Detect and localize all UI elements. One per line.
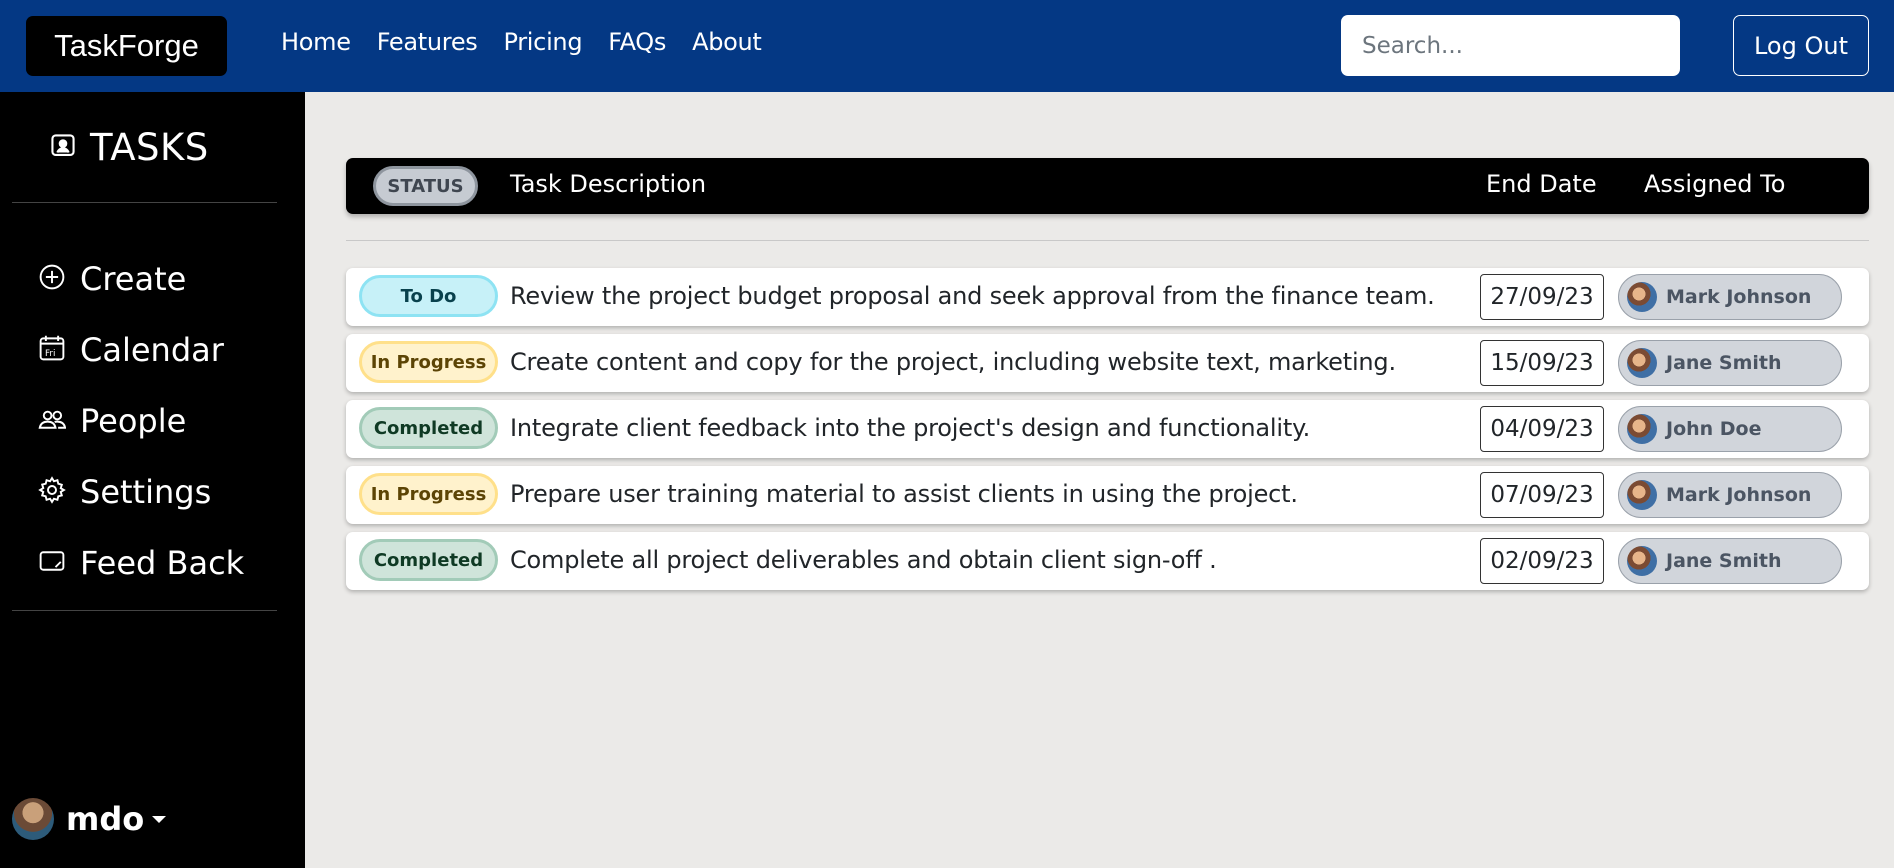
person-badge-icon <box>50 133 76 163</box>
status-badge[interactable]: Completed <box>359 539 498 581</box>
avatar <box>1627 348 1657 378</box>
task-row[interactable]: In Progress Prepare user training materi… <box>346 466 1869 524</box>
task-description: Complete all project deliverables and ob… <box>510 546 1217 574</box>
task-description: Prepare user training material to assist… <box>510 480 1298 508</box>
sidebar-title-text: TASKS <box>90 126 209 169</box>
avatar <box>1627 546 1657 576</box>
sidebar-item-label: People <box>80 401 187 440</box>
logout-button[interactable]: Log Out <box>1733 15 1869 76</box>
task-row[interactable]: To Do Review the project budget proposal… <box>346 268 1869 326</box>
gear-icon <box>38 475 66 508</box>
sidebar: TASKS Create Fri Calendar People Setting <box>0 92 305 868</box>
assignee-chip[interactable]: Jane Smith <box>1618 538 1842 584</box>
search-input[interactable] <box>1341 15 1680 76</box>
assignee-name: John Doe <box>1666 418 1762 440</box>
nav-link-home[interactable]: Home <box>281 28 351 56</box>
nav-links: Home Features Pricing FAQs About <box>281 28 762 56</box>
status-badge[interactable]: In Progress <box>359 473 498 515</box>
status-badge[interactable]: To Do <box>359 275 498 317</box>
task-row[interactable]: Completed Integrate client feedback into… <box>346 400 1869 458</box>
sidebar-item-calendar[interactable]: Fri Calendar <box>38 314 244 385</box>
assignee-name: Mark Johnson <box>1666 286 1812 308</box>
sidebar-item-settings[interactable]: Settings <box>38 456 244 527</box>
assignee-chip[interactable]: John Doe <box>1618 406 1842 452</box>
brand-logo[interactable]: TaskForge <box>26 16 227 76</box>
sidebar-title: TASKS <box>50 126 209 169</box>
task-row[interactable]: In Progress Create content and copy for … <box>346 334 1869 392</box>
status-badge[interactable]: Completed <box>359 407 498 449</box>
sidebar-divider-top <box>12 202 277 203</box>
avatar <box>1627 480 1657 510</box>
header-assigned-to: Assigned To <box>1644 170 1786 198</box>
nav-link-about[interactable]: About <box>692 28 762 56</box>
assignee-chip[interactable]: Mark Johnson <box>1618 274 1842 320</box>
svg-text:Fri: Fri <box>45 348 55 358</box>
assignee-chip[interactable]: Mark Johnson <box>1618 472 1842 518</box>
end-date-field[interactable]: 15/09/23 <box>1480 340 1604 386</box>
sidebar-item-feedback[interactable]: Feed Back <box>38 527 244 598</box>
sidebar-item-label: Settings <box>80 472 212 511</box>
assignee-name: Jane Smith <box>1666 352 1782 374</box>
nav-link-faqs[interactable]: FAQs <box>608 28 666 56</box>
user-name: mdo <box>66 800 145 838</box>
avatar <box>1627 414 1657 444</box>
caret-down-icon <box>152 815 167 823</box>
top-navbar: TaskForge Home Features Pricing FAQs Abo… <box>0 0 1894 92</box>
calendar-icon: Fri <box>38 334 66 366</box>
end-date-field[interactable]: 04/09/23 <box>1480 406 1604 452</box>
plus-circle-icon <box>38 263 66 295</box>
task-description: Review the project budget proposal and s… <box>510 282 1435 310</box>
end-date-field[interactable]: 27/09/23 <box>1480 274 1604 320</box>
status-badge[interactable]: In Progress <box>359 341 498 383</box>
task-list: To Do Review the project budget proposal… <box>346 268 1869 598</box>
task-table-header: STATUS Task Description End Date Assigne… <box>346 158 1869 214</box>
sidebar-item-people[interactable]: People <box>38 385 244 456</box>
sidebar-item-label: Calendar <box>80 330 224 369</box>
status-header-badge: STATUS <box>373 166 478 206</box>
assignee-chip[interactable]: Jane Smith <box>1618 340 1842 386</box>
nav-link-features[interactable]: Features <box>377 28 478 56</box>
header-end-date: End Date <box>1486 170 1597 198</box>
end-date-field[interactable]: 02/09/23 <box>1480 538 1604 584</box>
sidebar-nav: Create Fri Calendar People Settings Feed… <box>38 243 244 598</box>
task-row[interactable]: Completed Complete all project deliverab… <box>346 532 1869 590</box>
end-date-field[interactable]: 07/09/23 <box>1480 472 1604 518</box>
sidebar-divider-bottom <box>12 610 277 611</box>
user-menu[interactable]: mdo <box>12 798 167 840</box>
sidebar-item-label: Create <box>80 259 187 298</box>
people-icon <box>38 405 67 437</box>
task-description: Integrate client feedback into the proje… <box>510 414 1311 442</box>
header-description: Task Description <box>510 170 707 198</box>
sidebar-item-create[interactable]: Create <box>38 243 244 314</box>
sidebar-item-label: Feed Back <box>80 543 245 582</box>
task-description: Create content and copy for the project,… <box>510 348 1396 376</box>
assignee-name: Mark Johnson <box>1666 484 1812 506</box>
avatar <box>12 798 54 840</box>
content-divider <box>346 240 1869 241</box>
nav-link-pricing[interactable]: Pricing <box>503 28 582 56</box>
assignee-name: Jane Smith <box>1666 550 1782 572</box>
avatar <box>1627 282 1657 312</box>
feedback-icon <box>38 547 66 579</box>
